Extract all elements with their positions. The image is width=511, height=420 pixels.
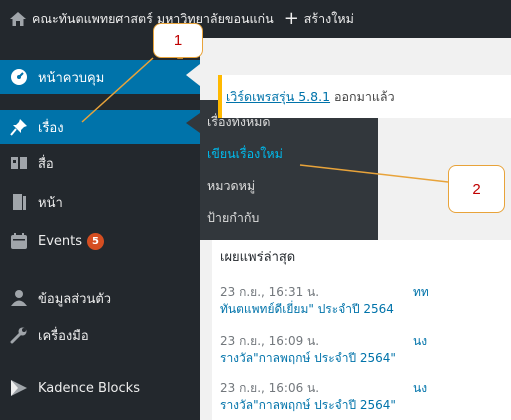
calendar-icon [0,232,38,250]
list-item: 23 ก.ย., 16:31 น. ทท ทันตแพทย์ดีเยี่ยม" … [220,284,510,318]
post-time: 23 ก.ย., 16:06 น. [220,381,320,395]
sidebar-item-label: ข้อมูลส่วนตัว [38,291,112,307]
sidebar-item-label: หน้าควบคุม [38,70,105,86]
sidebar-item-label: เครื่องมือ [38,328,89,344]
sidebar-item-tools[interactable]: เครื่องมือ [0,318,200,352]
kadence-icon [0,379,38,397]
home-icon [10,12,26,26]
page-icon [0,193,38,211]
dashboard-icon [0,68,38,86]
update-notice: เวิร์ดเพรสรุ่น 5.8.1 ออกมาแล้ว [218,75,511,118]
submenu-item-add-new[interactable]: เขียนเรื่องใหม่ [200,138,378,170]
new-label: สร้างใหม่ [303,11,354,26]
notice-text: ออกมาแล้ว [334,88,395,104]
post-title[interactable]: ทันตแพทย์ดีเยี่ยม" ประจำปี 2564 [220,301,510,318]
events-count-badge: 5 [87,232,105,250]
post-title[interactable]: รางวัล"กาลพฤกษ์ ประจำปี 2564" [220,397,510,414]
admin-bar-site[interactable]: คณะทันตแพทยศาสตร์ มหาวิทยาลัยขอนแก่น [0,9,274,29]
media-icon [0,154,38,172]
update-link[interactable]: เวิร์ดเพรสรุ่น 5.8.1 [226,87,330,107]
site-name: คณะทันตแพทยศาสตร์ มหาวิทยาลัยขอนแก่น [32,11,274,26]
post-title[interactable]: รางวัล"กาลพฤกษ์ ประจำปี 2564" [220,350,510,367]
pin-icon [0,118,38,136]
activity-panel: เผยแพร่ล่าสุด 23 ก.ย., 16:31 น. ทท ทันตแ… [212,240,511,420]
sidebar-item-profile[interactable]: ข้อมูลส่วนตัว [0,281,200,315]
sidebar-item-pages[interactable]: หน้า [0,185,200,219]
posts-submenu: เรื่องทั้งหมด เขียนเรื่องใหม่ หมวดหมู่ ป… [200,100,378,240]
post-time: 23 ก.ย., 16:09 น. [220,334,320,348]
submenu-item-tags[interactable]: ป้ายกำกับ [200,202,378,234]
sidebar-item-label: หน้า [38,195,63,211]
wrench-icon [0,326,38,344]
sidebar-item-kadence[interactable]: Kadence Blocks [0,371,200,405]
current-menu-arrow [186,64,200,86]
user-icon [0,289,38,307]
sidebar-item-label: สื่อ [38,156,54,172]
submenu-item-categories[interactable]: หมวดหมู่ [200,170,378,202]
sidebar-item-media[interactable]: สื่อ [0,146,200,180]
sidebar-item-label: Kadence Blocks [38,380,140,396]
plus-icon: + [283,8,299,29]
post-time: 23 ก.ย., 16:31 น. [220,285,320,299]
submenu-arrow [186,113,200,133]
sidebar-item-label: Events [38,233,83,249]
admin-bar: คณะทันตแพทยศาสตร์ มหาวิทยาลัยขอนแก่น + ส… [0,0,511,38]
post-title-fragment[interactable]: นง [413,333,427,350]
sidebar-item-posts[interactable]: เรื่อง [0,110,200,144]
list-item: 23 ก.ย., 16:09 น. นง รางวัล"กาลพฤกษ์ ประ… [220,333,510,367]
callout-2: 2 [448,165,505,213]
list-item: 23 ก.ย., 16:06 น. นง รางวัล"กาลพฤกษ์ ประ… [220,380,510,414]
callout-1: 1 [153,23,203,58]
panel-title: เผยแพร่ล่าสุด [220,250,296,265]
sidebar-item-label: เรื่อง [38,120,64,136]
admin-bar-new[interactable]: + สร้างใหม่ [284,9,354,29]
sidebar-item-events[interactable]: Events 5 [0,224,200,258]
post-title-fragment[interactable]: ทท [413,284,429,301]
sidebar-item-dashboard[interactable]: หน้าควบคุม [0,60,200,94]
post-title-fragment[interactable]: นง [413,380,427,397]
